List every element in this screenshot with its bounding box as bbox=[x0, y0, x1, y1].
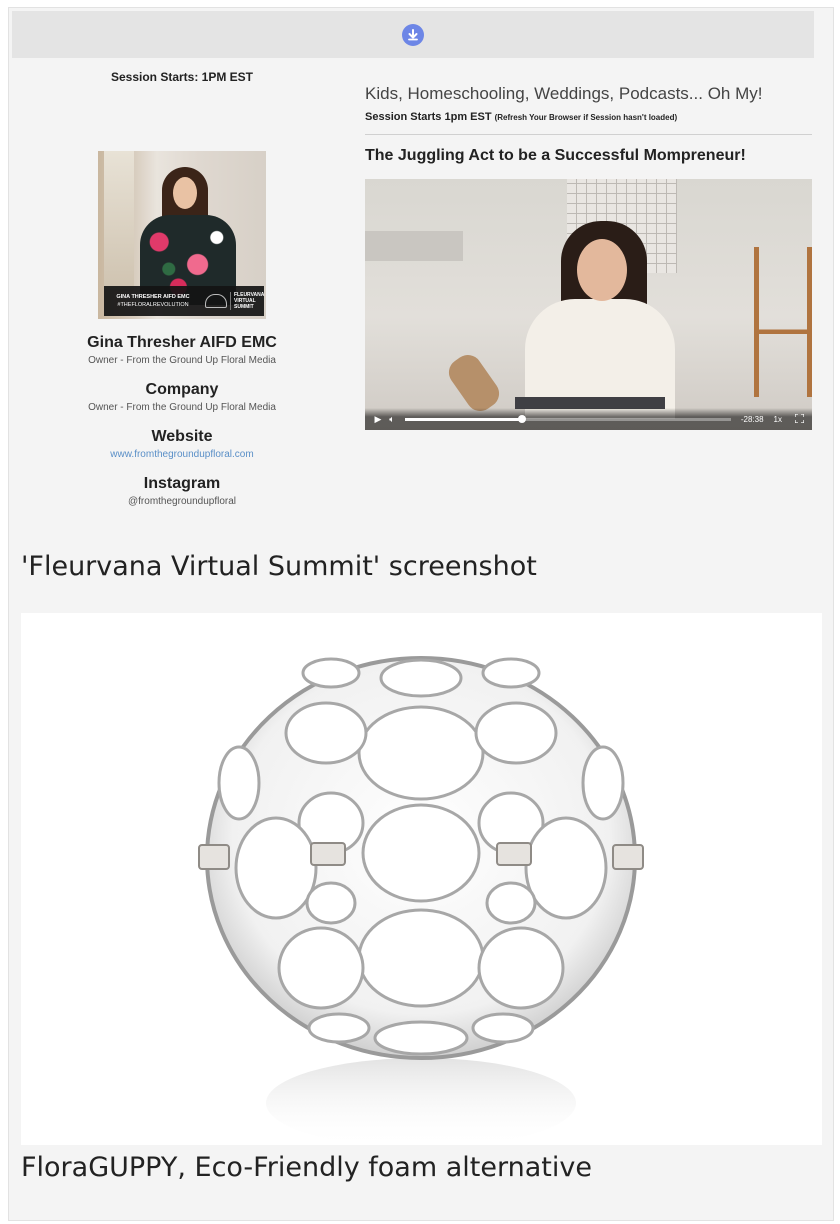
website-link[interactable]: www.fromthegroundupfloral.com bbox=[12, 449, 352, 460]
download-circle-icon[interactable] bbox=[402, 23, 424, 46]
volume-icon[interactable]: 🔈︎ bbox=[385, 414, 399, 425]
instagram-handle: @fromthegroundupfloral bbox=[128, 496, 236, 507]
session-start-right: Session Starts 1pm EST (Refresh Your Bro… bbox=[365, 111, 812, 123]
play-icon[interactable]: ▶ bbox=[371, 414, 385, 425]
instagram-heading: Instagram bbox=[143, 475, 221, 492]
session-start-left: Session Starts: 1PM EST bbox=[110, 70, 254, 84]
speed-button[interactable]: 1x bbox=[774, 415, 782, 424]
progress-knob[interactable] bbox=[518, 414, 527, 423]
speaker-role: Owner - From the Ground Up Floral Media bbox=[88, 355, 276, 366]
microphone-image bbox=[443, 349, 505, 417]
video-controls: ▶ 🔈︎ -28:38 1x bbox=[365, 408, 812, 430]
floraguppy-product-image bbox=[21, 613, 822, 1145]
talk-title: The Juggling Act to be a Successful Momp… bbox=[365, 147, 746, 164]
company-value: Owner - From the Ground Up Floral Media bbox=[88, 402, 276, 413]
fullscreen-icon[interactable] bbox=[792, 412, 806, 425]
banner-name: GINA THRESHER AIFD EMC bbox=[116, 294, 190, 300]
session-note: (Refresh Your Browser if Session hasn't … bbox=[494, 113, 678, 122]
session-panel: Kids, Homeschooling, Weddings, Podcasts.… bbox=[365, 84, 812, 430]
time-remaining: -28:38 bbox=[740, 414, 764, 424]
company-heading: Company bbox=[145, 381, 219, 398]
product-caption: FloraGUPPY, Eco-Friendly foam alternativ… bbox=[21, 1152, 592, 1183]
series-title: Kids, Homeschooling, Weddings, Podcasts.… bbox=[365, 84, 763, 103]
video-player[interactable]: ▶ 🔈︎ -28:38 1x bbox=[365, 179, 812, 430]
speaker-photo: GINA THRESHER AIFD EMC #THEFLORALREVOLUT… bbox=[98, 151, 266, 319]
floraguppy-sphere-icon bbox=[198, 656, 644, 1145]
lotus-logo-icon bbox=[205, 294, 227, 308]
screenshot-caption: 'Fleurvana Virtual Summit' screenshot bbox=[21, 551, 537, 582]
download-bar bbox=[12, 11, 814, 58]
session-start-text: Session Starts 1pm EST bbox=[365, 111, 492, 123]
website-heading: Website bbox=[151, 428, 213, 445]
progress-fill bbox=[405, 417, 523, 421]
divider bbox=[365, 134, 812, 135]
photo-banner: GINA THRESHER AIFD EMC #THEFLORALREVOLUT… bbox=[104, 286, 264, 316]
banner-brand: FLEURVANA VIRTUAL SUMMIT bbox=[230, 292, 264, 310]
speaker-panel: Session Starts: 1PM EST GINA THRESHER AI… bbox=[12, 70, 352, 507]
banner-hashtag: #THEFLORALREVOLUTION bbox=[117, 302, 189, 308]
speaker-name: Gina Thresher AIFD EMC bbox=[87, 334, 277, 351]
progress-bar[interactable] bbox=[405, 414, 731, 423]
